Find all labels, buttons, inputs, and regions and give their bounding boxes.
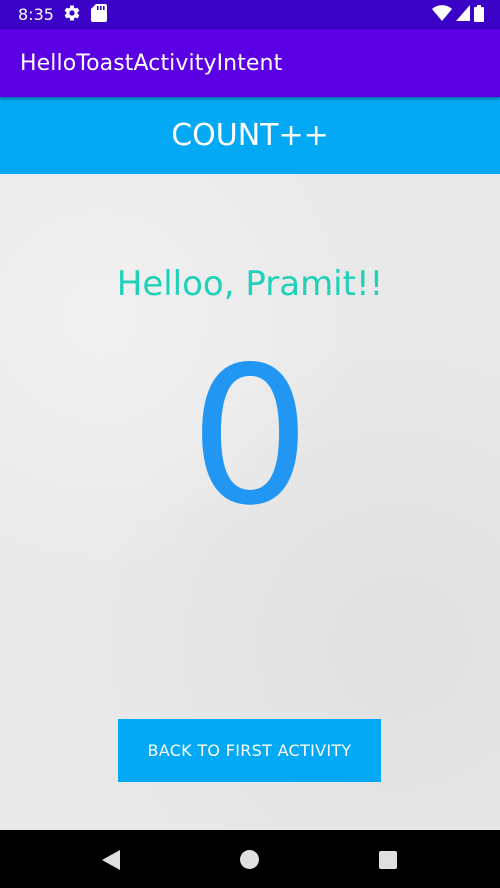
count-button[interactable]: COUNT++ bbox=[0, 97, 500, 174]
app-bar: HelloToastActivityIntent bbox=[0, 29, 500, 97]
status-left-icons bbox=[63, 4, 107, 26]
gear-icon bbox=[63, 4, 81, 26]
app-title: HelloToastActivityIntent bbox=[20, 51, 283, 76]
battery-icon bbox=[474, 4, 484, 26]
greeting-text: Helloo, Pramit!! bbox=[116, 264, 384, 304]
wifi-icon bbox=[432, 5, 452, 25]
back-to-first-activity-button[interactable]: BACK TO FIRST ACTIVITY bbox=[118, 719, 381, 782]
main-content: COUNT++ Helloo, Pramit!! 0 BACK TO FIRST… bbox=[0, 97, 500, 830]
navigation-bar bbox=[0, 830, 500, 888]
recents-icon[interactable] bbox=[379, 851, 397, 869]
status-bar: 8:35 bbox=[0, 0, 500, 29]
home-icon[interactable] bbox=[240, 850, 259, 869]
back-icon[interactable] bbox=[100, 849, 122, 871]
count-value: 0 bbox=[189, 326, 311, 547]
status-time: 8:35 bbox=[18, 5, 54, 24]
cellular-signal-icon bbox=[456, 5, 470, 25]
sd-card-icon bbox=[91, 4, 107, 26]
status-right-icons bbox=[432, 4, 484, 26]
